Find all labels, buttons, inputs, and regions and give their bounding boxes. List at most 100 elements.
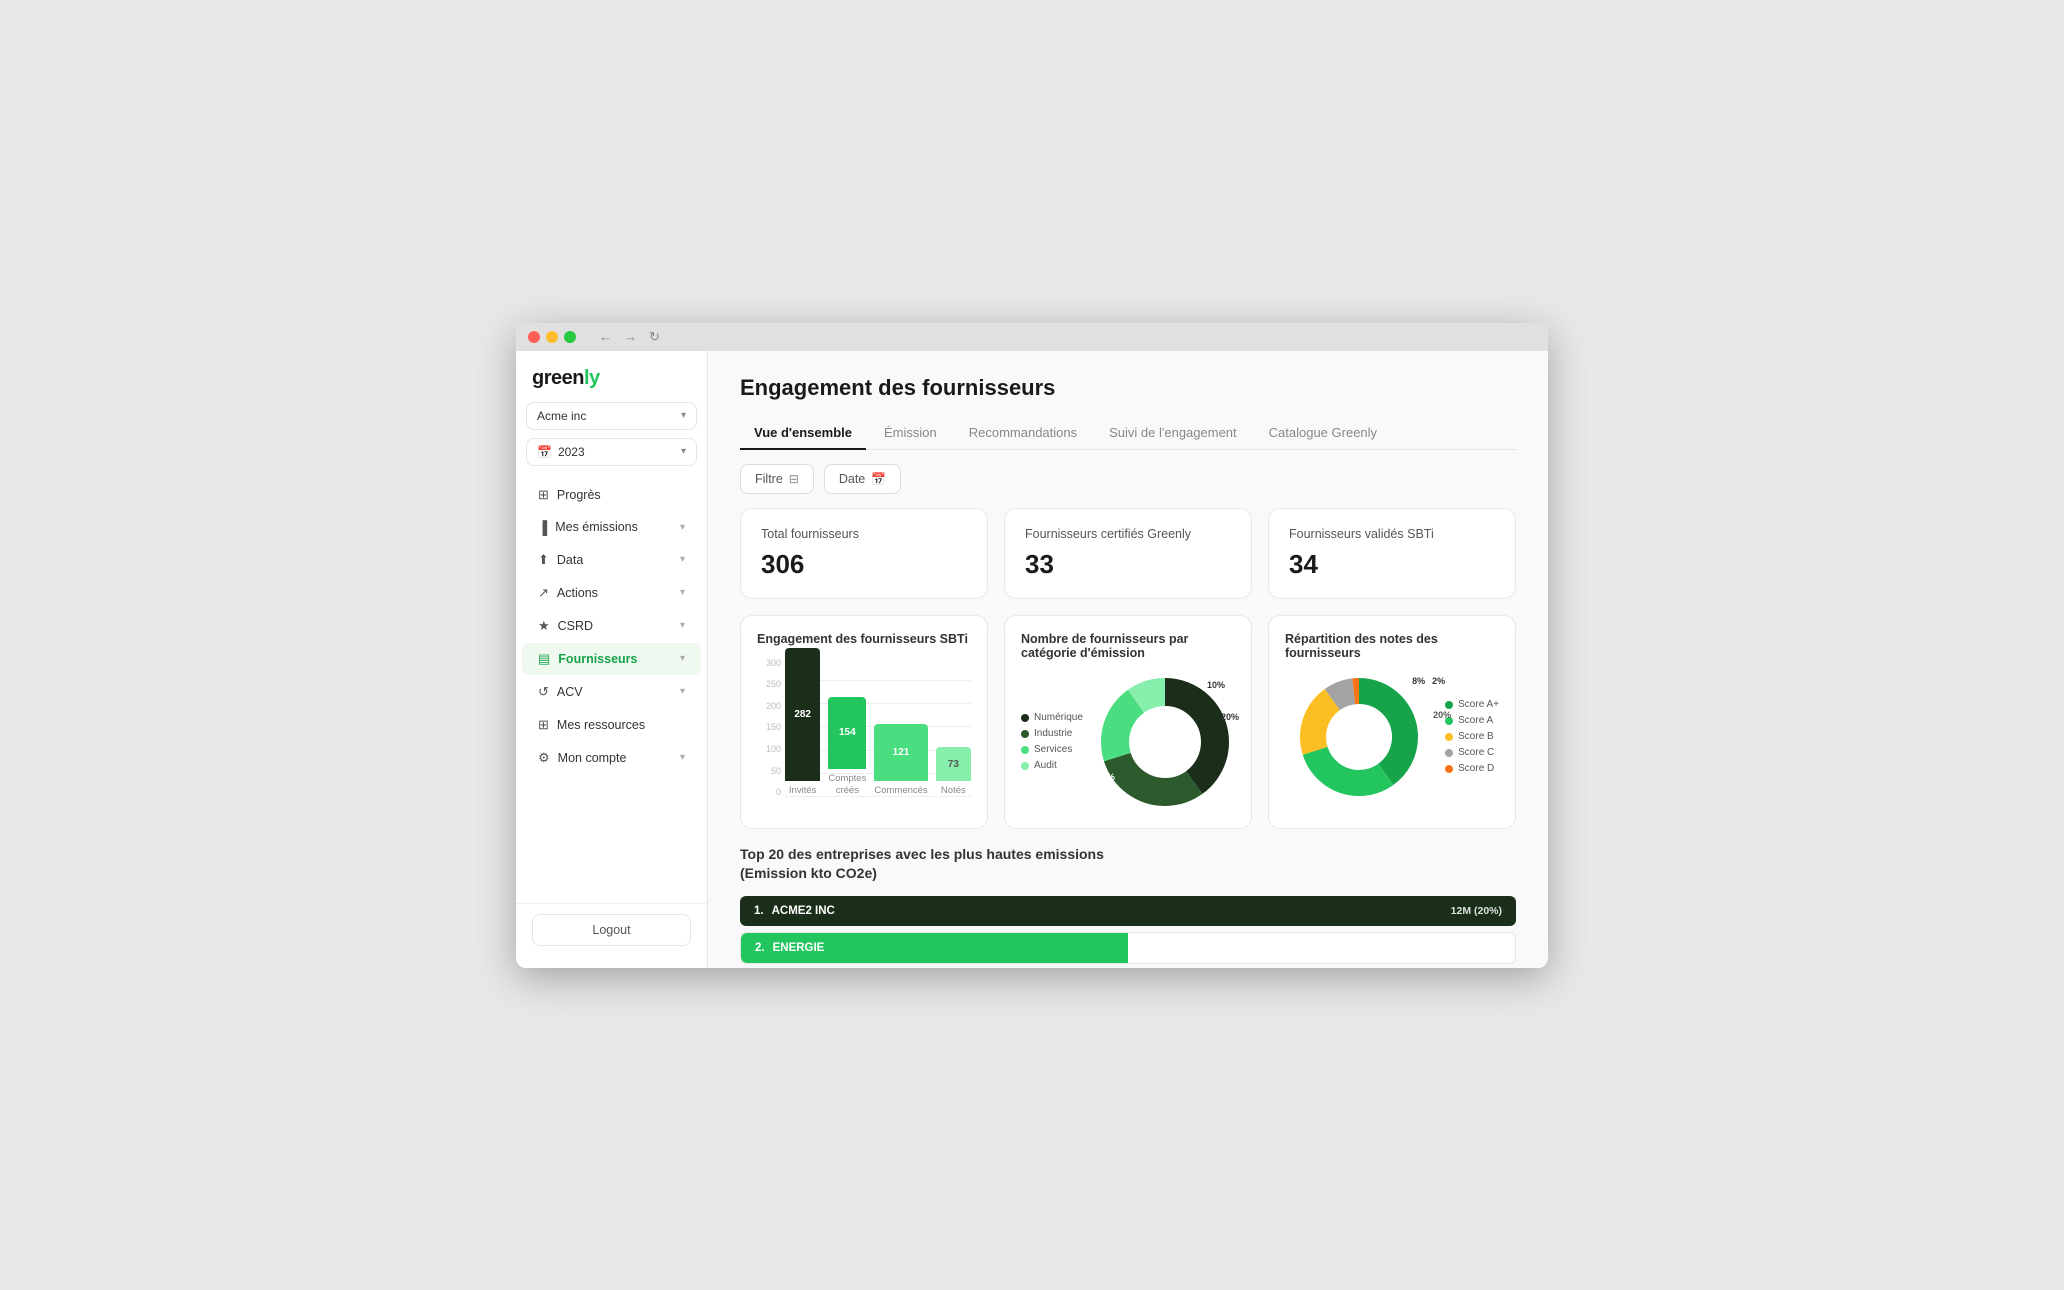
sidebar-item-fournisseurs[interactable]: ▤ Fournisseurs ▾ — [522, 643, 701, 675]
tabs-nav: Vue d'ensemble Émission Recommandations … — [740, 417, 1516, 450]
logout-button[interactable]: Logout — [532, 914, 691, 946]
account-selector[interactable]: Acme inc ▾ — [526, 402, 697, 430]
stat-total-fournisseurs: Total fournisseurs 306 — [740, 508, 988, 599]
page-title: Engagement des fournisseurs — [740, 375, 1516, 401]
sidebar-item-label: Progrès — [557, 488, 601, 502]
tab-vue-ensemble[interactable]: Vue d'ensemble — [740, 417, 866, 450]
maximize-button[interactable] — [564, 331, 576, 343]
chevron-icon: ▾ — [680, 587, 685, 598]
donut1-legend: Numérique Industrie Services — [1021, 712, 1083, 771]
stat-valides: Fournisseurs validés SBTi 34 — [1268, 508, 1516, 599]
filter-button[interactable]: Filtre ⊟ — [740, 464, 814, 494]
bar-invites: 282 Invités — [785, 648, 820, 797]
legend-score-b: Score B — [1445, 731, 1499, 742]
chevron-icon: ▾ — [680, 620, 685, 631]
actions-icon: ↗ — [538, 585, 549, 601]
donut-chart2: 8% 2% 20% 30% 40% Score A+ — [1285, 672, 1499, 802]
bar-chart-title: Engagement des fournisseurs SBTi — [757, 632, 971, 646]
stat-value: 34 — [1289, 549, 1495, 580]
calendar-filter-icon: 📅 — [871, 472, 886, 486]
sidebar-item-label: CSRD — [558, 619, 593, 633]
list-item: 2. ENERGIE 12M (13%) — [740, 932, 1516, 964]
sidebar-nav: ⊞ Progrès ▐ Mes émissions ▾ ⬆ Data — [516, 478, 707, 903]
chevron-icon: ▾ — [680, 653, 685, 664]
sidebar-item-actions[interactable]: ↗ Actions ▾ — [522, 577, 701, 609]
label-20: 20% — [1221, 712, 1239, 722]
tab-catalogue[interactable]: Catalogue Greenly — [1255, 417, 1391, 450]
bar-comptes: 154 Comptescréés — [828, 697, 866, 798]
bar-notes: 73 Notés — [936, 747, 971, 797]
grid2-icon: ⊞ — [538, 717, 549, 733]
reload-icon[interactable]: ↻ — [649, 329, 660, 345]
bar-chart-icon: ▐ — [538, 520, 547, 535]
top-emissions-title: Top 20 des entreprises avec les plus hau… — [740, 845, 1516, 884]
logo: greenly — [516, 363, 707, 402]
star-icon: ★ — [538, 618, 550, 634]
donut-chart2-card: Répartition des notes des fournisseurs — [1268, 615, 1516, 829]
tab-emission[interactable]: Émission — [870, 417, 951, 450]
sidebar-item-ressources[interactable]: ⊞ Mes ressources — [522, 709, 701, 741]
emission-row-2: 2. ENERGIE 12M (13%) — [740, 932, 1516, 964]
app-window: ← → ↻ greenly Acme inc ▾ 📅 2023 ▾ — [516, 323, 1548, 968]
sidebar: greenly Acme inc ▾ 📅 2023 ▾ ⊞ Progrès — [516, 351, 708, 968]
bar-commences: 121 Commencés — [874, 724, 927, 797]
donut-chart2-title: Répartition des notes des fournisseurs — [1285, 632, 1499, 660]
charts-row: Engagement des fournisseurs SBTi 300 250… — [708, 615, 1548, 845]
folder-icon: ▤ — [538, 651, 550, 667]
sidebar-item-compte[interactable]: ⚙ Mon compte ▾ — [522, 742, 701, 774]
date-filter-button[interactable]: Date 📅 — [824, 464, 901, 494]
tab-recommendations[interactable]: Recommandations — [955, 417, 1091, 450]
stat-value: 33 — [1025, 549, 1231, 580]
date-label: Date — [839, 472, 865, 486]
emission-row-1: 1. ACME2 INC 12M (20%) — [740, 896, 1516, 926]
sidebar-item-label: Mes ressources — [557, 718, 645, 732]
label-30: 30% — [1097, 772, 1115, 782]
sidebar-item-csrd[interactable]: ★ CSRD ▾ — [522, 610, 701, 642]
nav-arrows: ← → ↻ — [599, 329, 660, 345]
d2-label-8: 8% — [1412, 676, 1425, 686]
legend-numerique: Numérique — [1021, 712, 1083, 723]
stat-label: Total fournisseurs — [761, 527, 967, 541]
titlebar: ← → ↻ — [516, 323, 1548, 351]
sidebar-item-label: Mon compte — [558, 751, 627, 765]
d2-label-40: 40% — [1401, 788, 1419, 798]
legend-score-c: Score C — [1445, 747, 1499, 758]
sidebar-item-progres[interactable]: ⊞ Progrès — [522, 479, 701, 511]
sidebar-item-data[interactable]: ⬆ Data ▾ — [522, 544, 701, 576]
account-chevron-icon: ▾ — [681, 410, 686, 421]
back-arrow[interactable]: ← — [599, 329, 612, 345]
sidebar-item-label: Mes émissions — [555, 520, 638, 534]
forward-arrow[interactable]: → — [624, 329, 637, 345]
stat-certifies: Fournisseurs certifiés Greenly 33 — [1004, 508, 1252, 599]
stat-value: 306 — [761, 549, 967, 580]
legend-score-aplus: Score A+ — [1445, 699, 1499, 710]
donut-chart1-card: Nombre de fournisseurs par catégorie d'é… — [1004, 615, 1252, 829]
tab-suivi[interactable]: Suivi de l'engagement — [1095, 417, 1251, 450]
sidebar-bottom: Logout — [516, 903, 707, 956]
year-selector[interactable]: 📅 2023 ▾ — [526, 438, 697, 466]
donut-chart1: Numérique Industrie Services — [1021, 672, 1235, 812]
donut1-chart-area: 10% 20% 30% 40% — [1095, 672, 1235, 812]
logo-text: greenly — [532, 367, 691, 390]
close-button[interactable] — [528, 331, 540, 343]
account-name: Acme inc — [537, 409, 586, 423]
donut2-legend: Score A+ Score A Score B — [1445, 699, 1499, 774]
label-10: 10% — [1207, 680, 1225, 690]
calendar-icon: 📅 — [537, 445, 552, 459]
sidebar-item-acv[interactable]: ↺ ACV ▾ — [522, 676, 701, 708]
stats-row: Total fournisseurs 306 Fournisseurs cert… — [708, 508, 1548, 615]
legend-score-d: Score D — [1445, 763, 1499, 774]
sidebar-item-label: ACV — [557, 685, 583, 699]
main-content: Engagement des fournisseurs Vue d'ensemb… — [708, 351, 1548, 968]
sidebar-item-label: Fournisseurs — [558, 652, 637, 666]
d2-label-30: 30% — [1285, 768, 1303, 778]
d2-label-20: 20% — [1433, 710, 1451, 720]
legend-services: Services — [1021, 744, 1083, 755]
minimize-button[interactable] — [546, 331, 558, 343]
gear-icon: ⚙ — [538, 750, 550, 766]
year-text: 📅 2023 — [537, 445, 585, 459]
sidebar-item-emissions[interactable]: ▐ Mes émissions ▾ — [522, 512, 701, 543]
bar-chart: 300 250 200 150 100 50 0 — [757, 658, 971, 798]
upload-icon: ⬆ — [538, 552, 549, 568]
donut1-svg — [1095, 672, 1235, 812]
